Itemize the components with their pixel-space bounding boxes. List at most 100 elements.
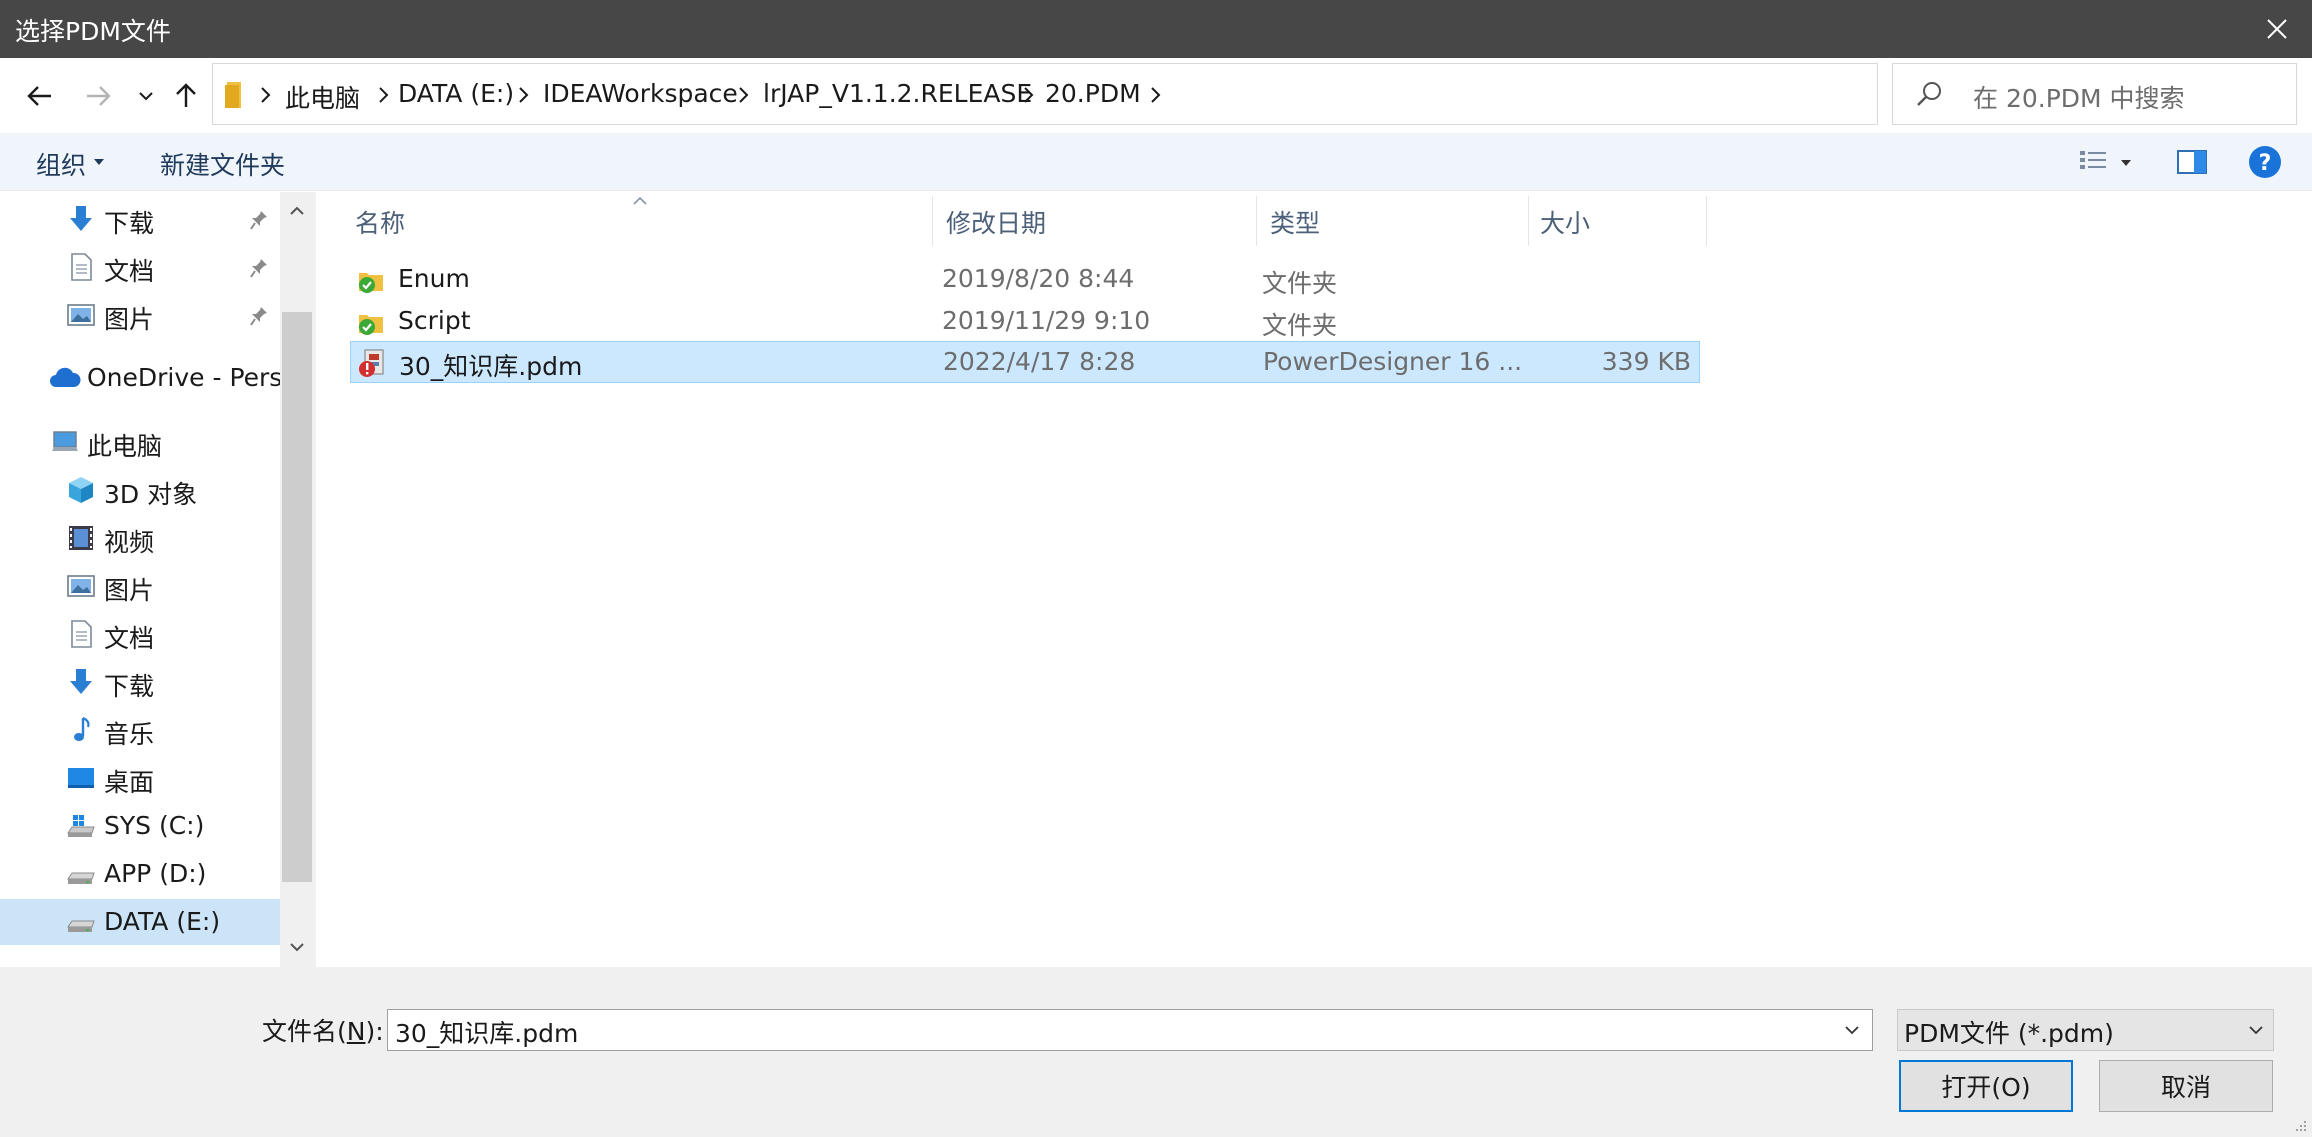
pictures-icon (67, 304, 95, 326)
folder-sync-ok-icon (359, 273, 383, 293)
file-list: 名称 修改日期 类型 大小 Enum 2019/8/20 8:44 文件夹 Sc… (316, 192, 2312, 967)
scrollbar-thumb[interactable] (282, 312, 312, 882)
sidebar-scrollbar[interactable] (280, 192, 314, 967)
chevron-right-icon (379, 87, 389, 103)
folder-icon (225, 82, 241, 108)
sidebar-item-label: DATA (E:) (104, 907, 221, 936)
sidebar-item-label: 桌面 (104, 768, 155, 797)
file-date: 2022/4/17 8:28 (943, 347, 1136, 376)
file-name: Script (398, 306, 471, 335)
sidebar-item-label: 音乐 (104, 720, 155, 749)
breadcrumb-project[interactable]: lrJAP_V1.1.2.RELEASE (763, 79, 1032, 108)
help-button[interactable]: ? (2246, 143, 2284, 181)
sidebar-item-downloads[interactable]: 下载 (0, 659, 280, 705)
column-divider[interactable] (1706, 196, 1707, 246)
sidebar-item-desktop[interactable]: 桌面 (0, 755, 280, 801)
arrow-right-icon (87, 86, 111, 106)
sidebar-item-sys-drive[interactable]: SYS (C:) (0, 803, 280, 849)
filename-label: 文件名(N): (262, 1012, 384, 1048)
sidebar-item-music[interactable]: 音乐 (0, 707, 280, 753)
sidebar-item-onedrive[interactable]: OneDrive - Perso (0, 355, 298, 401)
sidebar-item-app-drive[interactable]: APP (D:) (0, 851, 280, 897)
details-view-icon (2080, 151, 2106, 169)
back-button[interactable] (18, 74, 62, 118)
column-header-date[interactable]: 修改日期 (946, 204, 1046, 240)
organize-label: 组织 (36, 151, 87, 180)
forward-button[interactable] (76, 74, 120, 118)
arrow-left-icon (27, 86, 51, 106)
organize-menu-button[interactable]: 组织 (36, 133, 116, 191)
sidebar-item-label: 此电脑 (87, 432, 163, 461)
table-row[interactable]: Script 2019/11/29 9:10 文件夹 (350, 301, 1700, 343)
film-icon (69, 526, 93, 550)
chevron-down-icon (2249, 1026, 2263, 1035)
windows-drive-icon (67, 815, 95, 837)
download-arrow-icon (70, 669, 92, 694)
arrow-up-icon (176, 83, 196, 107)
column-header-type[interactable]: 类型 (1270, 204, 1320, 240)
sidebar-item-downloads-quick[interactable]: 下载 (0, 196, 280, 242)
recent-locations-button[interactable] (124, 74, 168, 118)
title-bar: 选择PDM文件 (0, 0, 2312, 58)
column-divider[interactable] (932, 196, 933, 246)
caret-down-icon (94, 159, 104, 165)
chevron-right-icon (1024, 87, 1034, 103)
sidebar-item-label: 图片 (104, 576, 155, 605)
preview-pane-icon (2177, 150, 2207, 174)
table-row[interactable]: Enum 2019/8/20 8:44 文件夹 (350, 259, 1700, 301)
table-row[interactable]: 30_知识库.pdm 2022/4/17 8:28 PowerDesigner … (350, 341, 1700, 383)
cloud-icon (50, 367, 81, 387)
up-button[interactable] (164, 74, 208, 118)
sidebar-item-documents[interactable]: 文档 (0, 611, 280, 657)
close-button[interactable] (2242, 0, 2312, 58)
dialog-footer: 文件名(N): 30_知识库.pdm PDM文件 (*.pdm) 打开(O) 取… (0, 967, 2312, 1137)
breadcrumb-data-drive[interactable]: DATA (E:) (398, 79, 514, 108)
column-header-size[interactable]: 大小 (1540, 204, 1590, 240)
column-header-name[interactable]: 名称 (355, 204, 405, 240)
sidebar-item-label: 3D 对象 (104, 480, 198, 509)
cancel-button[interactable]: 取消 (2099, 1060, 2273, 1112)
resize-grip-icon[interactable] (2292, 1117, 2308, 1133)
pin-icon[interactable] (250, 210, 268, 230)
preview-pane-button[interactable] (2174, 145, 2210, 179)
music-note-icon (74, 716, 90, 741)
chevron-down-icon (139, 92, 153, 101)
search-box[interactable]: 在 20.PDM 中搜索 (1892, 63, 2297, 125)
filetype-select[interactable]: PDM文件 (*.pdm) (1897, 1009, 2274, 1051)
filetype-dropdown[interactable] (2239, 1010, 2273, 1050)
command-toolbar: 组织 新建文件夹 ? (0, 133, 2312, 191)
pin-icon[interactable] (250, 306, 268, 326)
breadcrumb-ideaworkspace[interactable]: IDEAWorkspace (543, 79, 738, 108)
filename-history-dropdown[interactable] (1832, 1010, 1872, 1050)
breadcrumb-this-pc[interactable]: 此电脑 (285, 79, 360, 115)
pictures-icon (67, 575, 95, 597)
filename-field[interactable]: 30_知识库.pdm (387, 1009, 1873, 1051)
open-button[interactable]: 打开(O) (1899, 1060, 2073, 1112)
pin-icon[interactable] (250, 258, 268, 278)
file-type: 文件夹 (1262, 269, 1338, 298)
sidebar-item-pictures[interactable]: 图片 (0, 563, 280, 609)
breadcrumb-current-folder[interactable]: 20.PDM (1045, 79, 1141, 108)
download-arrow-icon (70, 206, 92, 231)
sidebar-item-label: APP (D:) (104, 859, 207, 888)
column-divider[interactable] (1256, 196, 1257, 246)
svg-text:?: ? (2259, 151, 2272, 176)
sidebar-item-videos[interactable]: 视频 (0, 515, 280, 561)
sidebar-item-documents-quick[interactable]: 文档 (0, 244, 280, 290)
sidebar-item-pictures-quick[interactable]: 图片 (0, 292, 280, 338)
file-type: PowerDesigner 16 ... (1263, 347, 1523, 376)
sidebar-item-data-drive[interactable]: DATA (E:) (0, 899, 280, 945)
file-name: Enum (398, 264, 470, 293)
cube-3d-icon (69, 477, 93, 503)
folder-sync-ok-icon (359, 315, 383, 335)
scroll-up-icon[interactable] (289, 206, 305, 216)
new-folder-button[interactable]: 新建文件夹 (160, 146, 285, 182)
view-options-button[interactable] (2075, 145, 2135, 179)
drive-icon (67, 872, 95, 884)
scroll-down-icon[interactable] (289, 942, 305, 952)
column-divider[interactable] (1528, 196, 1529, 246)
sidebar-item-3d-objects[interactable]: 3D 对象 (0, 467, 280, 513)
address-bar[interactable]: 此电脑 DATA (E:) IDEAWorkspace lrJAP_V1.1.2… (212, 63, 2063, 125)
sidebar-item-this-pc[interactable]: 此电脑 (0, 419, 280, 465)
file-date: 2019/11/29 9:10 (942, 306, 1151, 335)
